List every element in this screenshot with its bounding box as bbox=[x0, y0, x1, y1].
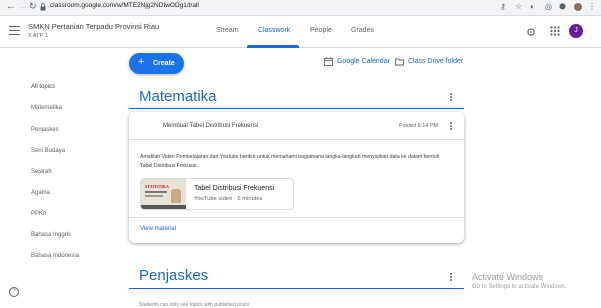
sidebar-item-bahasa-indonesia[interactable]: Bahasa Indonesia bbox=[31, 253, 79, 259]
extension-icon[interactable]: ⬢ bbox=[559, 2, 566, 11]
forward-icon[interactable]: → bbox=[18, 1, 28, 12]
extension-icon[interactable]: ◐ bbox=[530, 2, 535, 11]
help-icon[interactable]: ? bbox=[9, 287, 19, 297]
view-material-link[interactable]: View material bbox=[140, 226, 176, 232]
hamburger-menu-icon[interactable] bbox=[9, 26, 20, 35]
google-calendar-label: Google Calendar bbox=[337, 58, 390, 65]
user-avatar[interactable]: J bbox=[569, 24, 583, 38]
active-tab-indicator bbox=[247, 45, 299, 48]
topic-options-kebab-icon[interactable] bbox=[450, 273, 453, 283]
menu-icon[interactable]: ⋮ bbox=[588, 2, 596, 11]
back-icon[interactable]: ← bbox=[6, 1, 16, 12]
sidebar-item-agama[interactable]: Agama bbox=[31, 190, 50, 196]
extension-icon[interactable]: ◎ bbox=[545, 2, 552, 11]
video-thumbnail: STATISTIKA bbox=[141, 179, 186, 209]
sidebar-item-penjaskes[interactable]: Penjaskes bbox=[31, 127, 59, 133]
apps-grid-icon[interactable] bbox=[550, 26, 560, 36]
activate-windows-watermark: Activate Windows bbox=[472, 272, 544, 282]
card-divider bbox=[129, 139, 464, 140]
tab-stream[interactable]: Stream bbox=[216, 27, 239, 34]
sidebar-item-bahasa-inggris[interactable]: Bahasa Inggris bbox=[31, 232, 71, 238]
tab-classwork[interactable]: Classwork bbox=[258, 27, 290, 34]
lock-icon bbox=[40, 3, 46, 11]
google-calendar-link[interactable]: Google Calendar bbox=[324, 57, 390, 66]
sidebar-item-sejarah[interactable]: Sejarah bbox=[31, 169, 52, 175]
gear-icon[interactable]: ⚙ bbox=[526, 26, 536, 39]
class-drive-folder-label: Class Drive folder bbox=[408, 58, 464, 65]
reload-icon[interactable]: ↻ bbox=[29, 1, 37, 12]
topic-heading-matematika: Matematika bbox=[139, 88, 217, 105]
tab-grades[interactable]: Grades bbox=[351, 27, 374, 34]
topic-hint: Students can only see topics with publis… bbox=[139, 302, 250, 308]
topic-options-kebab-icon[interactable] bbox=[450, 93, 453, 103]
material-title[interactable]: Membuat Tabel Distribusi Frekuensi bbox=[163, 123, 258, 129]
class-drive-folder-link[interactable]: Class Drive folder bbox=[395, 58, 464, 66]
tab-people[interactable]: People bbox=[310, 27, 332, 34]
activate-windows-hint: Go to Settings to activate Windows. bbox=[472, 284, 567, 290]
browser-toolbar: ← → ↻ classroom.google.com/w/MTE2Njg2NDI… bbox=[0, 0, 601, 16]
material-options-kebab-icon[interactable] bbox=[450, 122, 453, 132]
topic-divider bbox=[129, 288, 464, 289]
create-button[interactable]: + Create bbox=[129, 53, 184, 74]
app-header: SMKN Pertanian Terpadu Provinsi Riau X A… bbox=[0, 16, 601, 48]
sidebar-item-matematika[interactable]: Matematika bbox=[31, 105, 62, 111]
folder-icon bbox=[395, 58, 404, 66]
card-divider bbox=[129, 217, 464, 218]
posted-time: Posted 6:14 PM bbox=[399, 123, 439, 129]
attachment-subtitle: YouTube video · 5 minutes bbox=[194, 196, 263, 202]
class-name[interactable]: SMKN Pertanian Terpadu Provinsi Riau bbox=[28, 22, 159, 31]
address-bar[interactable]: classroom.google.com/w/MTE2Njg2NDIwODg1/… bbox=[50, 2, 199, 9]
profile-avatar[interactable] bbox=[574, 3, 582, 11]
plus-icon: + bbox=[138, 56, 145, 68]
sidebar-item-ppkn[interactable]: PPKn bbox=[31, 211, 46, 217]
sidebar-item-seni-budaya[interactable]: Seni Budaya bbox=[31, 148, 65, 154]
topic-heading-penjaskes: Penjaskes bbox=[139, 267, 209, 284]
create-label: Create bbox=[153, 60, 175, 67]
material-card: Membuat Tabel Distribusi Frekuensi Poste… bbox=[129, 112, 464, 243]
key-icon[interactable]: ⚷ bbox=[500, 2, 506, 11]
attachment-title: Tabel Distribusi Frekuensi bbox=[194, 185, 275, 192]
star-icon[interactable]: ☆ bbox=[515, 2, 522, 11]
youtube-attachment[interactable]: STATISTIKA Tabel Distribusi Frekuensi Yo… bbox=[140, 178, 294, 210]
calendar-icon bbox=[324, 57, 333, 66]
topic-divider bbox=[129, 108, 464, 109]
material-description: Amatilah Video Pembelajaran dari Youtube… bbox=[140, 154, 440, 169]
sidebar-item-all-topics[interactable]: All topics bbox=[31, 84, 55, 90]
class-section: X ATP 1 bbox=[28, 33, 48, 39]
